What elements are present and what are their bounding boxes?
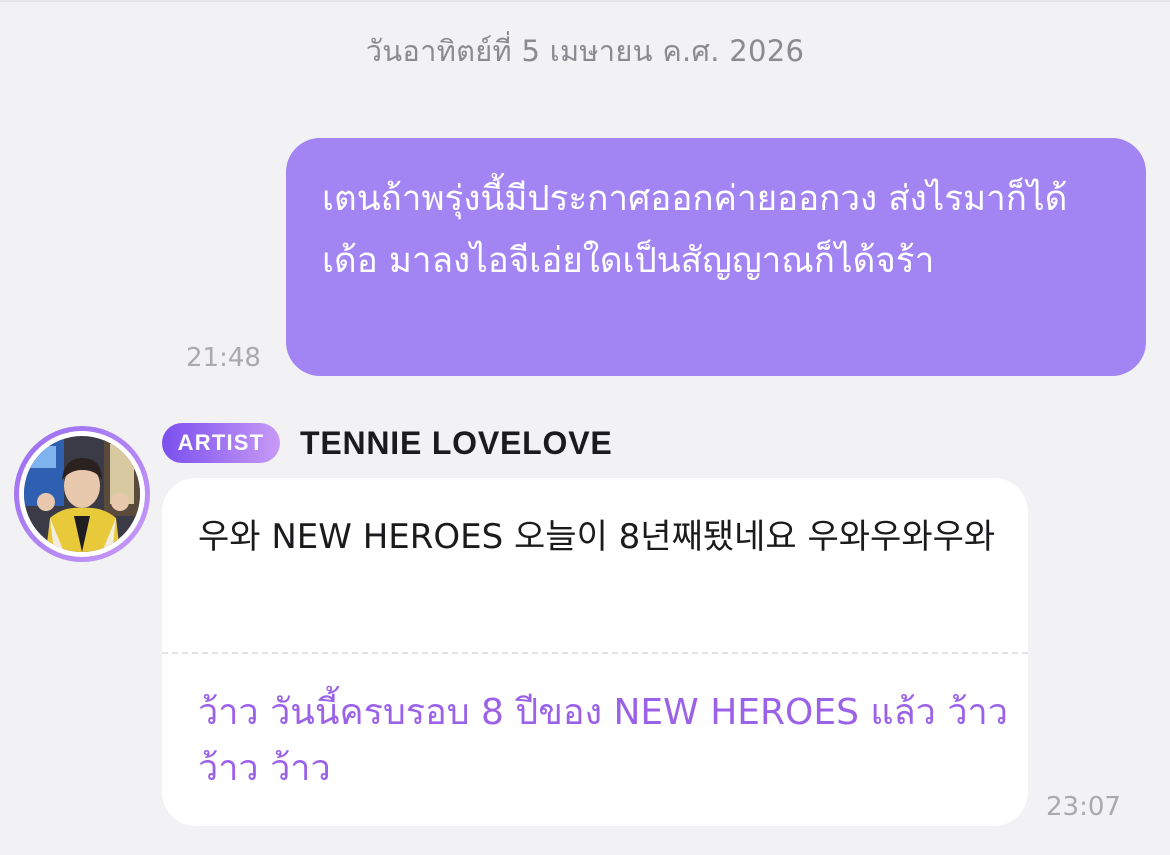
received-message-original-text: 우와 NEW HEROES 오늘이 8년째됐네요 우와우와우와 [198, 517, 996, 557]
artist-badge: ARTIST [162, 423, 280, 463]
sender-name[interactable]: TENNIE LOVELOVE [300, 422, 612, 464]
top-divider [0, 0, 1170, 2]
received-message-bubble[interactable]: 우와 NEW HEROES 오늘이 8년째됐네요 우와우와우와 ว้าว วัน… [162, 478, 1028, 826]
artist-avatar[interactable] [14, 426, 150, 562]
avatar-border [19, 431, 145, 557]
sent-message-text: เตนถ้าพรุ่งนี้มีประกาศออกค่ายออกวง ส่งไร… [322, 179, 1068, 281]
received-message-translation: ว้าว วันนี้ครบรอบ 8 ปีของ NEW HEROES แล้… [198, 692, 1008, 789]
avatar-photo-icon [24, 436, 140, 552]
received-message-time: 23:07 [1046, 792, 1121, 822]
avatar-image [24, 436, 140, 552]
sent-message-time: 21:48 [186, 343, 261, 373]
date-divider: วันอาทิตย์ที่ 5 เมษายน ค.ศ. 2026 [365, 34, 805, 68]
translation-divider [162, 652, 1028, 654]
sent-message-bubble[interactable]: เตนถ้าพรุ่งนี้มีประกาศออกค่ายออกวง ส่งไร… [286, 138, 1146, 376]
